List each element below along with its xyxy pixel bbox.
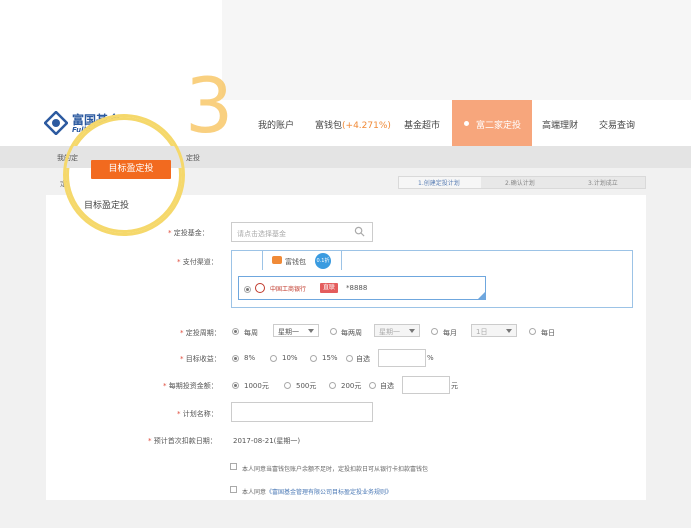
- agree-rules-prefix: 本人同意: [242, 489, 267, 496]
- fund-label: * 定投基金：: [168, 229, 209, 237]
- amount-label-text: 每期投资金额：: [168, 382, 218, 390]
- target-15-label: 15%: [322, 354, 338, 362]
- nav-wallet-label: 富钱包: [315, 121, 343, 131]
- weekday-select-value: 星期一: [278, 328, 299, 336]
- logo-icon: [44, 111, 68, 135]
- chevron-down-icon: [308, 329, 314, 333]
- fund-label-text: 定投基金：: [173, 229, 209, 237]
- rules-link[interactable]: 《富国基金管理有限公司目标盈定投业务规则》: [266, 489, 392, 496]
- step-number-overlay: 3: [185, 61, 234, 150]
- period-weekly-label: 每周: [244, 329, 258, 337]
- first-date-label-text: 预计首次扣款日期：: [153, 437, 217, 445]
- step-1: 1.创建定投计划: [418, 180, 460, 187]
- nav-auto-invest[interactable]: 富二家定投: [476, 118, 521, 131]
- bank-name: 中国工商银行: [270, 286, 307, 293]
- target-invest-tab[interactable]: 目标盈定投: [84, 198, 129, 211]
- bank-direct-badge: 直联: [320, 283, 339, 293]
- target-label-text: 目标收益：: [185, 355, 221, 363]
- period-biweekly-radio[interactable]: [330, 328, 337, 335]
- payment-label-text: 支付渠道：: [182, 258, 218, 266]
- target-label: * 目标收益：: [180, 355, 221, 363]
- amount-custom-label: 自选: [380, 382, 394, 390]
- rate-badge: 0.1折: [315, 253, 331, 269]
- period-daily-radio[interactable]: [529, 328, 536, 335]
- first-date-value: 2017-08-21(星期一): [233, 437, 301, 445]
- chevron-down-icon: [506, 329, 512, 333]
- amount-500-radio[interactable]: [284, 382, 291, 389]
- bank-card-number: *8888: [346, 284, 368, 292]
- period-biweekly-label: 每两周: [341, 329, 362, 337]
- target-custom-input[interactable]: [378, 349, 426, 367]
- bank-radio[interactable]: [244, 286, 251, 293]
- plan-name-label: * 计划名称：: [177, 410, 218, 418]
- first-date-label: * 预计首次扣款日期：: [148, 437, 217, 445]
- amount-custom-radio[interactable]: [369, 382, 376, 389]
- amount-unit: 元: [451, 382, 458, 390]
- top-background: [0, 0, 691, 100]
- amount-1000-label: 1000元: [244, 382, 269, 390]
- plan-name-label-text: 计划名称：: [182, 410, 218, 418]
- amount-500-label: 500元: [296, 382, 317, 390]
- fund-search-icon[interactable]: [354, 226, 365, 237]
- agree-wallet-text: 本人同意当富钱包账户余额不足时，定投扣款日可从银行卡扣款富钱包: [242, 466, 429, 473]
- biweekday-select[interactable]: 星期一: [374, 324, 420, 337]
- agree-rules-text: 本人同意《富国基金管理有限公司目标盈定投业务规则》: [242, 487, 392, 496]
- target-10-radio[interactable]: [270, 355, 277, 362]
- period-monthly-label: 每月: [443, 329, 457, 337]
- period-monthly-radio[interactable]: [431, 328, 438, 335]
- target-custom-radio[interactable]: [346, 355, 353, 362]
- nav-my-account[interactable]: 我的账户: [258, 118, 294, 131]
- amount-label: * 每期投资金额：: [163, 382, 218, 390]
- subnav-right[interactable]: 定投: [186, 153, 200, 163]
- period-label-text: 定投周期：: [185, 329, 221, 337]
- nav-high-end[interactable]: 高端理财: [542, 118, 578, 131]
- target-invest-button[interactable]: 目标盈定投: [91, 160, 171, 179]
- plan-name-input[interactable]: [231, 402, 373, 422]
- wallet-icon: [272, 256, 282, 264]
- nav-wallet-rate: (+4.271%): [342, 121, 391, 131]
- target-10-label: 10%: [282, 354, 298, 362]
- agree-wallet-checkbox[interactable]: [230, 463, 237, 470]
- nav-transactions[interactable]: 交易查询: [599, 118, 635, 131]
- step-3: 3.计划成立: [588, 180, 618, 187]
- amount-custom-input[interactable]: [402, 376, 450, 394]
- step-2: 2.确认计划: [505, 180, 535, 187]
- biweekday-select-value: 星期一: [379, 328, 400, 336]
- period-label: * 定投周期：: [180, 329, 221, 337]
- period-daily-label: 每日: [541, 329, 555, 337]
- amount-200-radio[interactable]: [329, 382, 336, 389]
- icbc-logo-icon: [255, 283, 265, 293]
- nav-active-dot: [464, 121, 469, 126]
- target-8-radio[interactable]: [232, 355, 239, 362]
- agree-rules-checkbox[interactable]: [230, 486, 237, 493]
- target-15-radio[interactable]: [310, 355, 317, 362]
- period-weekly-radio[interactable]: [232, 328, 239, 335]
- chevron-down-icon: [409, 329, 415, 333]
- selected-corner-icon: [478, 292, 485, 299]
- weekday-select[interactable]: 星期一: [273, 324, 319, 337]
- target-unit: %: [427, 354, 434, 362]
- amount-1000-radio[interactable]: [232, 382, 239, 389]
- payment-tab-label: 富钱包: [285, 258, 306, 266]
- target-custom-label: 自选: [356, 355, 370, 363]
- monthday-select[interactable]: 1日: [471, 324, 517, 337]
- fund-placeholder: 请点击选择基金: [237, 230, 286, 238]
- amount-200-label: 200元: [341, 382, 362, 390]
- monthday-select-value: 1日: [476, 328, 488, 336]
- nav-wallet[interactable]: 富钱包(+4.271%): [315, 118, 391, 131]
- payment-label: * 支付渠道：: [177, 258, 218, 266]
- subnav-left[interactable]: 我的定: [57, 153, 78, 163]
- target-8-label: 8%: [244, 354, 256, 362]
- top-shade: [222, 0, 691, 100]
- nav-fund-market[interactable]: 基金超市: [404, 118, 440, 131]
